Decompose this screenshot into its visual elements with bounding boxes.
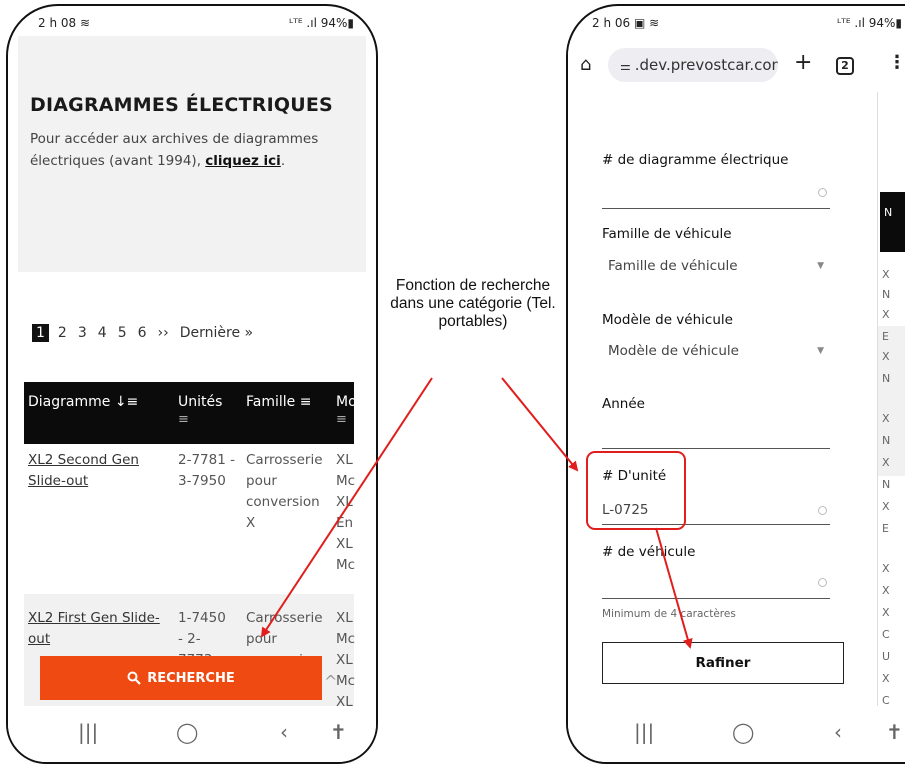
annotation-overlay xyxy=(260,377,693,649)
arrow-to-search-button xyxy=(260,377,433,638)
unit-field-highlight xyxy=(586,451,686,530)
arrow-to-unit-field xyxy=(501,377,579,472)
arrow-to-refine-button xyxy=(655,527,693,649)
